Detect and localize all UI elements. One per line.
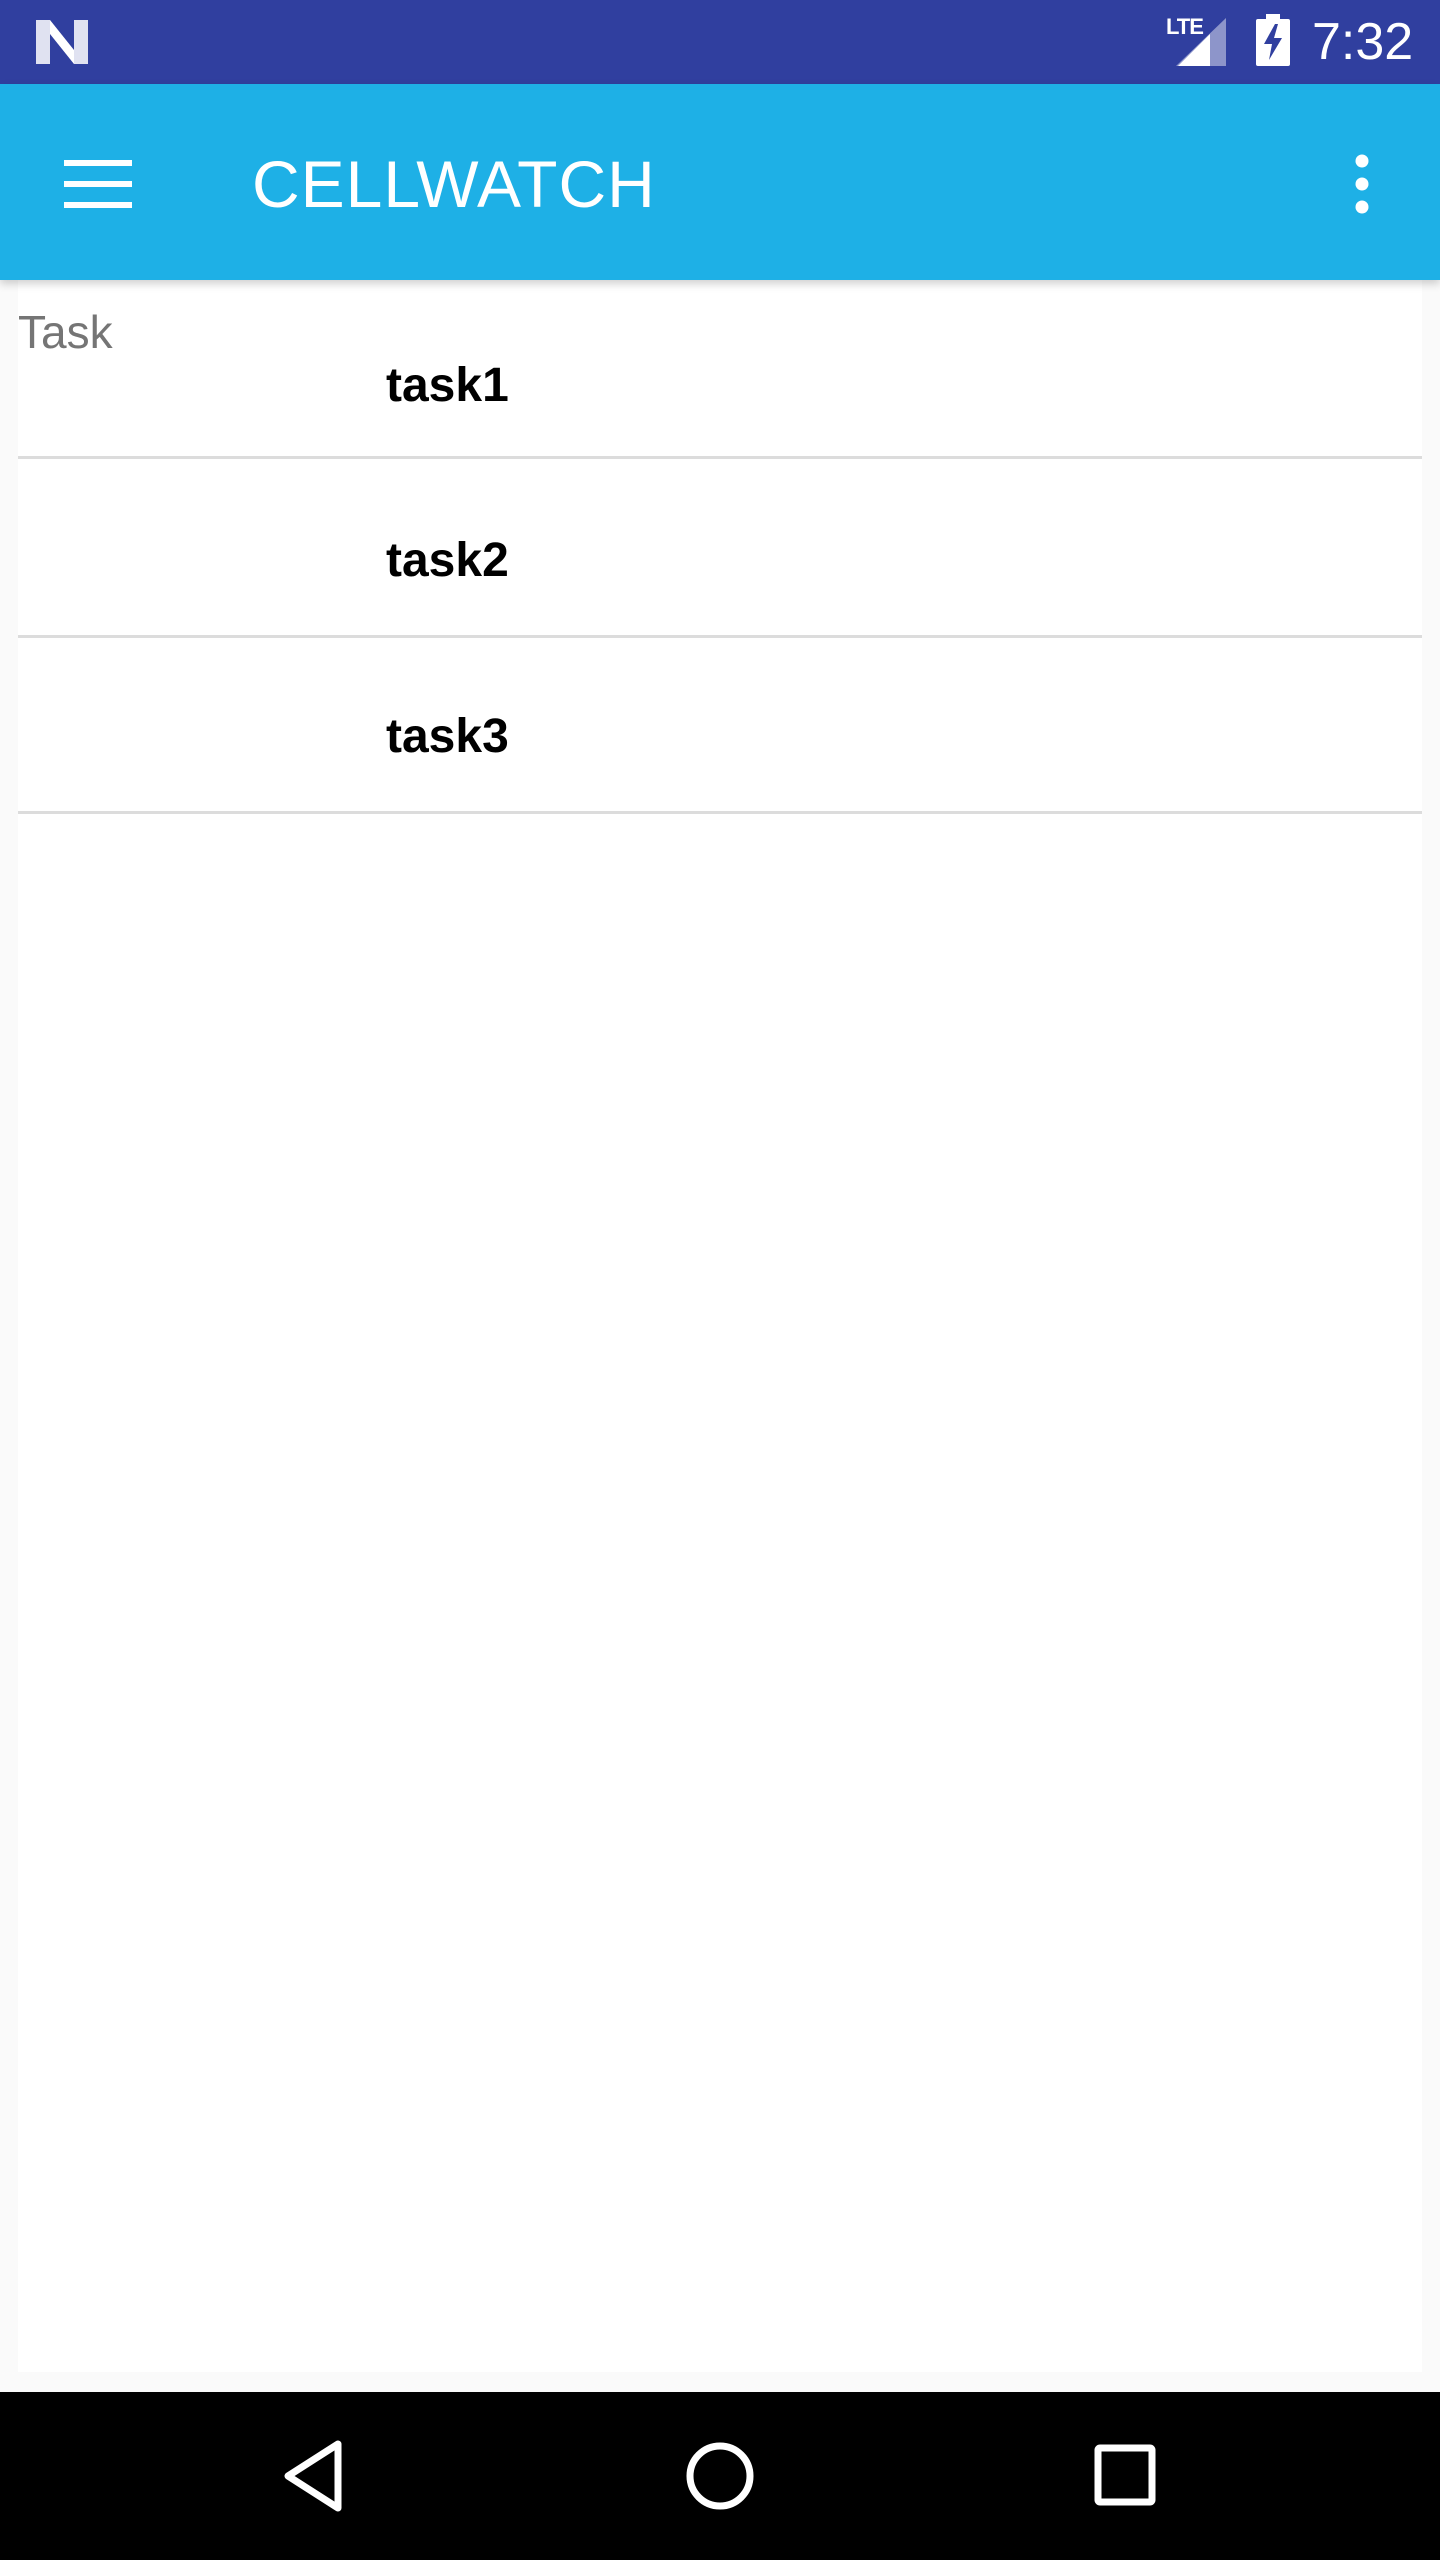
more-vert-icon	[1355, 154, 1369, 214]
app-bar: CELLWATCH	[0, 84, 1440, 280]
recents-icon	[1094, 2444, 1156, 2506]
list-item[interactable]: task3	[18, 635, 1422, 814]
home-icon	[686, 2442, 754, 2510]
task-name: task2	[386, 534, 509, 587]
status-bar: LTE 7:32	[0, 0, 1440, 84]
task-list: Task task1 task2 task3	[18, 280, 1422, 2372]
list-item[interactable]: task2	[18, 459, 1422, 638]
battery-charging-icon	[1256, 14, 1290, 66]
task-name: task3	[386, 710, 509, 763]
app-title: CELLWATCH	[252, 147, 656, 221]
back-icon	[284, 2440, 342, 2512]
list-item[interactable]: task1	[18, 280, 1422, 459]
back-button[interactable]	[266, 2426, 366, 2526]
menu-icon	[64, 160, 132, 208]
n-logo-icon	[36, 20, 88, 64]
recents-button[interactable]	[1076, 2426, 1176, 2526]
signal-icon	[1176, 18, 1226, 66]
overflow-menu-button[interactable]	[1316, 136, 1412, 232]
clock: 7:32	[1312, 13, 1414, 71]
navigation-bar	[0, 2392, 1440, 2560]
home-button[interactable]	[670, 2426, 770, 2526]
menu-button[interactable]	[48, 136, 144, 232]
task-name: task1	[386, 359, 509, 412]
